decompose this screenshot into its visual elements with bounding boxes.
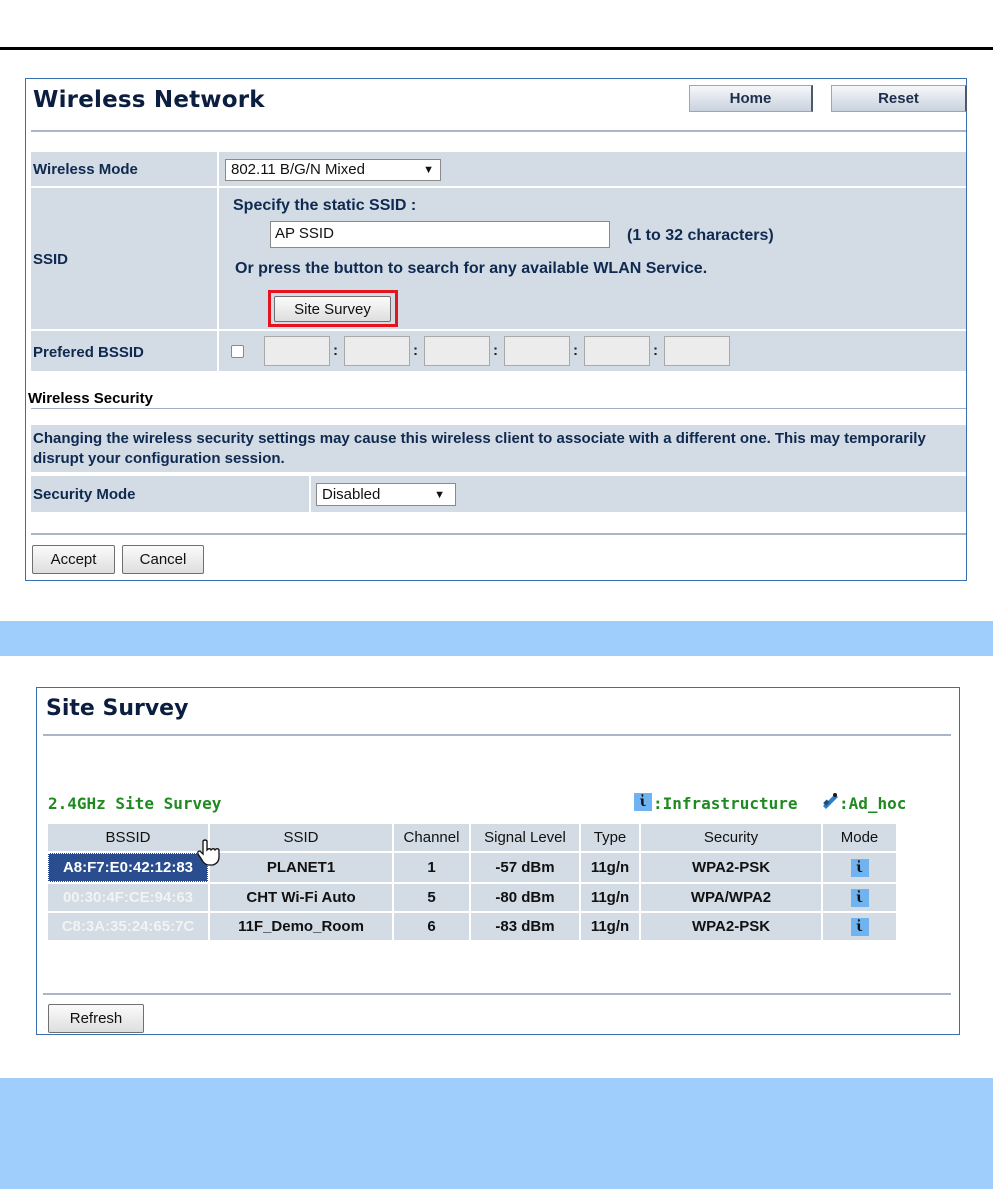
column-header-signal: Signal Level [471, 824, 579, 851]
infrastructure-icon: ἰ [850, 917, 869, 936]
separator-band [0, 621, 993, 656]
cancel-button[interactable]: Cancel [122, 545, 204, 574]
bssid-separator: : [333, 342, 338, 359]
ssid-cell: CHT Wi-Fi Auto [210, 884, 392, 911]
preferred-bssid-label: Prefered BSSID [33, 344, 144, 361]
top-divider [0, 47, 993, 50]
title-divider [31, 130, 966, 132]
column-header-channel: Channel [394, 824, 469, 851]
column-header-mode: Mode [823, 824, 896, 851]
column-header-bssid: BSSID [48, 824, 208, 851]
bssid-octet-2[interactable] [344, 336, 410, 366]
site-survey-title-divider [43, 734, 951, 736]
type-cell: 11g/n [581, 853, 639, 882]
ssid-cell: PLANET1 [210, 853, 392, 882]
type-cell: 11g/n [581, 884, 639, 911]
ssid-prompt: Specify the static SSID : [233, 197, 417, 214]
security-warning-text: Changing the wireless security settings … [33, 430, 926, 467]
signal-cell: -80 dBm [471, 884, 579, 911]
footer-band [0, 1078, 993, 1189]
security-cell: WPA2-PSK [641, 853, 821, 882]
security-cell: WPA/WPA2 [641, 884, 821, 911]
security-mode-select[interactable]: Disabled ▼ [316, 483, 456, 506]
bssid-separator: : [493, 342, 498, 359]
table-row[interactable]: A8:F7:E0:42:12:83 PLANET1 1 -57 dBm 11g/… [48, 853, 896, 882]
legend-infrastructure: :Infrastructure [653, 794, 798, 813]
bssid-separator: : [653, 342, 658, 359]
infrastructure-icon: ἰ [634, 793, 652, 811]
hand-cursor-icon [197, 839, 220, 866]
security-mode-label: Security Mode [33, 486, 136, 503]
site-survey-table: BSSID SSID Channel Signal Level Type Sec… [46, 822, 898, 942]
infrastructure-icon: ἰ [850, 888, 869, 907]
preferred-bssid-checkbox[interactable] [231, 345, 244, 358]
mode-cell: ἰ [823, 913, 896, 940]
ssid-label: SSID [33, 251, 69, 268]
bssid-octet-1[interactable] [264, 336, 330, 366]
channel-cell: 1 [394, 853, 469, 882]
mode-cell: ἰ [823, 884, 896, 911]
bssid-cell[interactable]: C8:3A:35:24:65:7C [48, 913, 208, 940]
accept-button[interactable]: Accept [32, 545, 115, 574]
wireless-mode-value: 802.11 B/G/N Mixed [231, 161, 365, 178]
bssid-octet-3[interactable] [424, 336, 490, 366]
bssid-octet-6[interactable] [664, 336, 730, 366]
bssid-separator: : [573, 342, 578, 359]
column-header-security: Security [641, 824, 821, 851]
type-cell: 11g/n [581, 913, 639, 940]
page-title: Wireless Network [33, 87, 265, 113]
ssid-input[interactable]: AP SSID [270, 221, 610, 248]
security-mode-value: Disabled [322, 486, 381, 503]
mode-cell: ἰ [823, 853, 896, 882]
bssid-cell[interactable]: 00:30:4F:CE:94:63 [48, 884, 208, 911]
footer-divider [31, 533, 966, 535]
ssid-length-hint: (1 to 32 characters) [627, 227, 774, 244]
site-survey-title: Site Survey [46, 696, 189, 721]
bssid-octet-group: : : : : : [264, 336, 734, 366]
ssid-search-text: Or press the button to search for any av… [235, 260, 708, 277]
security-cell: WPA2-PSK [641, 913, 821, 940]
column-header-ssid: SSID [210, 824, 392, 851]
bssid-separator: : [413, 342, 418, 359]
refresh-button[interactable]: Refresh [48, 1004, 144, 1033]
signal-cell: -83 dBm [471, 913, 579, 940]
wireless-mode-select[interactable]: 802.11 B/G/N Mixed ▼ [225, 159, 441, 181]
channel-cell: 6 [394, 913, 469, 940]
bssid-octet-5[interactable] [584, 336, 650, 366]
bssid-octet-4[interactable] [504, 336, 570, 366]
wireless-mode-label: Wireless Mode [33, 161, 138, 178]
infrastructure-icon: ἰ [850, 858, 869, 877]
table-row[interactable]: C8:3A:35:24:65:7C 11F_Demo_Room 6 -83 dB… [48, 913, 896, 940]
wireless-network-panel: Wireless Network Home Reset Wireless Mod… [25, 78, 967, 581]
site-survey-footer-divider [43, 993, 951, 995]
site-survey-button[interactable]: Site Survey [274, 296, 391, 322]
bssid-cell[interactable]: A8:F7:E0:42:12:83 [48, 853, 208, 882]
ssid-cell: 11F_Demo_Room [210, 913, 392, 940]
legend-adhoc: :Ad_hoc [839, 794, 907, 813]
dropdown-arrow-icon: ▼ [434, 489, 445, 501]
site-survey-panel: Site Survey 2.4GHz Site Survey ἰ :Infras… [36, 687, 960, 1035]
wireless-security-heading: Wireless Security [28, 390, 153, 407]
channel-cell: 5 [394, 884, 469, 911]
table-row[interactable]: 00:30:4F:CE:94:63 CHT Wi-Fi Auto 5 -80 d… [48, 884, 896, 911]
reset-button[interactable]: Reset [831, 85, 967, 112]
adhoc-icon [820, 791, 840, 809]
dropdown-arrow-icon: ▼ [423, 164, 434, 176]
security-divider [31, 408, 966, 409]
site-survey-subtitle: 2.4GHz Site Survey [48, 794, 222, 813]
signal-cell: -57 dBm [471, 853, 579, 882]
home-button[interactable]: Home [689, 85, 813, 112]
table-header-row: BSSID SSID Channel Signal Level Type Sec… [48, 824, 896, 851]
column-header-type: Type [581, 824, 639, 851]
